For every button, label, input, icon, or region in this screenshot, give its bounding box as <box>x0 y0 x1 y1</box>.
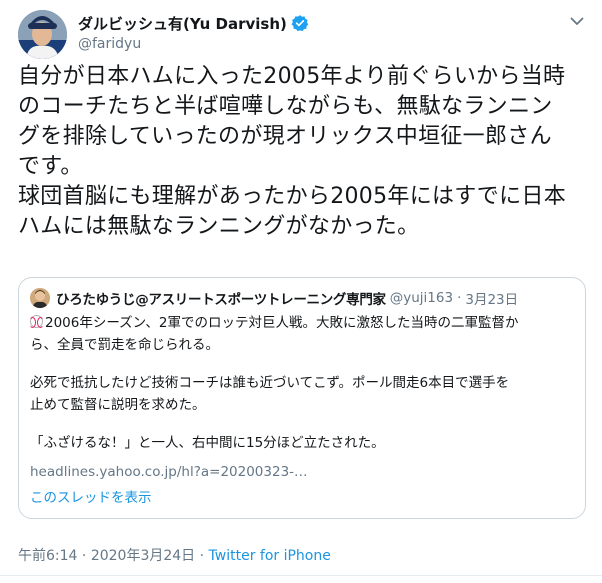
tweet-meta: 午前6:14 · 2020年3月24日 · Twitter for iPhone <box>18 545 331 565</box>
quoted-line: 必死で抵抗したけど技術コーチは誰も近づいてこず。ポール間走6本目で選手を <box>30 375 510 391</box>
author-name[interactable]: ダルビッシュ有(Yu Darvish) <box>78 13 287 34</box>
meta-separator: · <box>81 548 87 564</box>
tweet-card: ダルビッシュ有(Yu Darvish) @faridyu 自分が日本ハムに入った… <box>0 0 602 583</box>
author-block: ダルビッシュ有(Yu Darvish) @faridyu <box>78 12 309 52</box>
quoted-line: ら、全員で罰走を命じられる。 <box>30 337 219 353</box>
avatar-photo-icon <box>18 10 67 59</box>
verified-badge-icon <box>291 15 309 32</box>
quoted-line: 2006年シーズン、2軍でのロッテ対巨人戦。大敗に激怒した当時の二軍監督か <box>45 315 519 331</box>
quoted-line: 止めて監督に説明を求めた。 <box>30 397 206 413</box>
avatar-photo-icon <box>30 288 50 308</box>
author-handle[interactable]: @faridyu <box>78 36 309 52</box>
tweet-paragraph-2: 球団首脳にも理解があったから2005年にはすでに日本 ハムには無駄なランニングが… <box>18 184 567 239</box>
tweet-source-link[interactable]: Twitter for iPhone <box>209 548 331 564</box>
quoted-line: 「ふざけるな！」と一人、右中間に15分ほど立たされた。 <box>30 435 385 451</box>
meta-separator: · <box>199 548 205 564</box>
quoted-tweet[interactable]: ひろたゆうじ@アスリートスポーツトレーニング専門家 @yuji163 · 3月2… <box>18 277 586 519</box>
quoted-separator: · <box>457 290 462 306</box>
tweet-time[interactable]: 午前6:14 <box>18 548 77 564</box>
author-avatar[interactable] <box>18 10 67 59</box>
quoted-author-name: ひろたゆうじ@アスリートスポーツトレーニング専門家 <box>56 292 386 308</box>
quoted-author-avatar <box>30 288 50 308</box>
quoted-tweet-header: ひろたゆうじ@アスリートスポーツトレーニング専門家 @yuji163 · 3月2… <box>30 288 574 308</box>
chevron-down-icon[interactable] <box>568 12 586 30</box>
tweet-date[interactable]: 2020年3月24日 <box>91 548 195 564</box>
quoted-tweet-body: 2006年シーズン、2軍でのロッテ対巨人戦。大敗に激怒した当時の二軍監督か ら、… <box>29 312 574 454</box>
baseball-icon <box>29 315 44 328</box>
quoted-date: 3月23日 <box>465 292 519 308</box>
bottom-divider <box>0 575 602 576</box>
quoted-author-handle: @yuji163 <box>389 290 454 306</box>
show-thread-link[interactable]: このスレッドを表示 <box>30 486 574 506</box>
tweet-paragraph-1: 自分が日本ハムに入った2005年より前ぐらいから当時 のコーチたちと半ば喧嘩しな… <box>18 64 566 179</box>
tweet-text: 自分が日本ハムに入った2005年より前ぐらいから当時 のコーチたちと半ば喧嘩しな… <box>18 62 593 242</box>
quoted-link[interactable]: headlines.yahoo.co.jp/hl?a=20200323-… <box>30 464 574 480</box>
